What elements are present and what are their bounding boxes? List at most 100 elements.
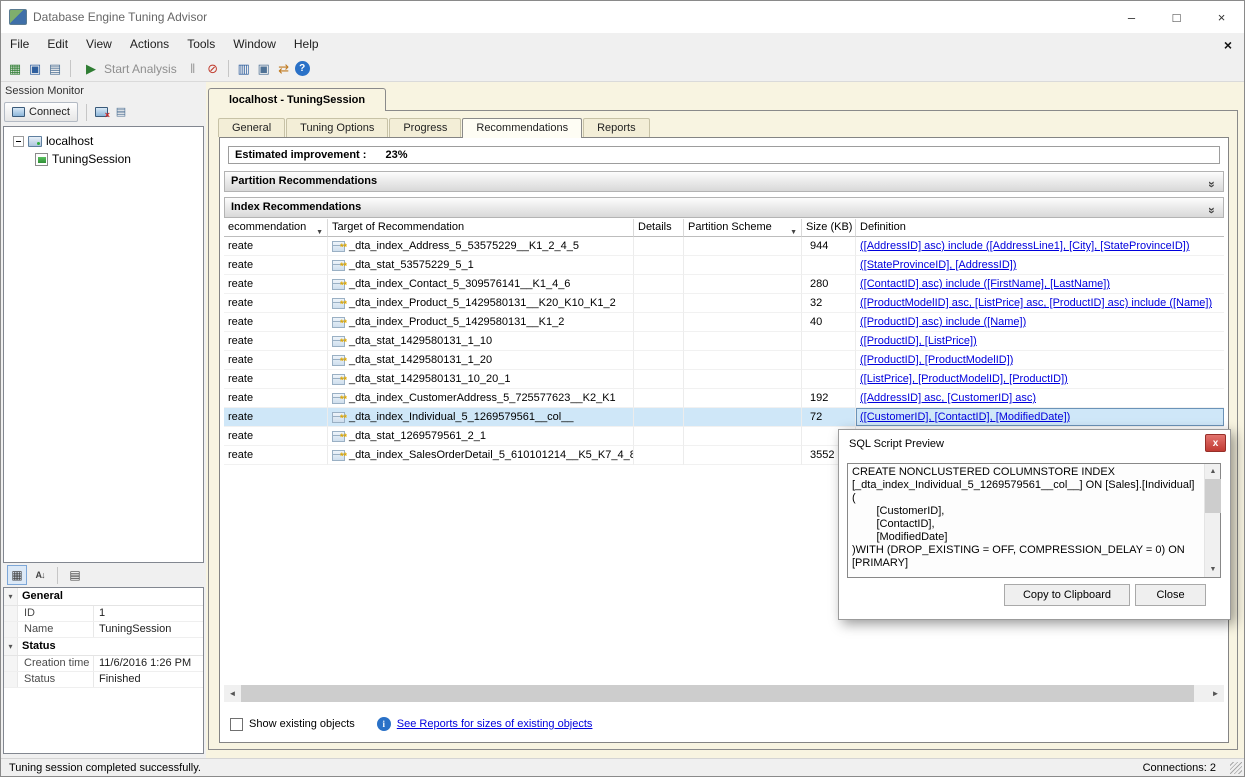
disconnect-icon[interactable] (95, 107, 108, 117)
pause-analysis-icon[interactable]: ‖ (184, 60, 202, 78)
menu-file[interactable]: File (1, 33, 38, 56)
new-session-icon[interactable]: ▦ (6, 60, 24, 78)
see-reports-link[interactable]: See Reports for sizes of existing object… (397, 718, 593, 730)
tab-reports[interactable]: Reports (583, 118, 650, 137)
dialog-close-button[interactable]: Close (1135, 584, 1206, 606)
definition-link[interactable]: ([ListPrice], [ProductModelID], [Product… (860, 370, 1068, 388)
collapse-icon[interactable] (13, 136, 24, 147)
target-cell: _dta_stat_1269579561_2_1 (328, 427, 634, 446)
recommendation-row[interactable]: reate_dta_stat_1429580131_1_10([ProductI… (224, 332, 1224, 351)
menu-tools[interactable]: Tools (178, 33, 224, 56)
property-row-creation-time[interactable]: Creation time 11/6/2016 1:26 PM (4, 656, 203, 672)
definition-cell: ([CustomerID], [ContactID], [ModifiedDat… (856, 408, 1224, 427)
connect-button[interactable]: Connect (4, 102, 78, 122)
property-category-status[interactable]: ▾ Status (4, 638, 203, 656)
horizontal-scrollbar[interactable]: ◄ ► (224, 685, 1224, 702)
recommendation-row[interactable]: reate_dta_index_Address_5_53575229__K1_2… (224, 237, 1224, 256)
details-cell (634, 370, 684, 389)
open-session-icon[interactable]: ▣ (26, 60, 44, 78)
column-header-definition[interactable]: Definition (856, 219, 1224, 237)
window-layout-icon[interactable]: ▤ (46, 60, 64, 78)
recommendation-row[interactable]: reate_dta_index_Product_5_1429580131__K1… (224, 313, 1224, 332)
definition-link[interactable]: ([AddressID] asc) include ([AddressLine1… (860, 237, 1190, 255)
dialog-close-icon[interactable]: x (1205, 434, 1226, 452)
definition-link[interactable]: ([ProductModelID] asc, [ListPrice] asc, … (860, 294, 1212, 312)
tree-item-tuningsession[interactable]: TuningSession (4, 150, 203, 168)
stop-analysis-icon[interactable]: ⊘ (204, 60, 222, 78)
recommendation-row[interactable]: reate_dta_index_Individual_5_1269579561_… (224, 408, 1224, 427)
tab-tuning-options[interactable]: Tuning Options (286, 118, 388, 137)
scrollbar-thumb[interactable] (1205, 479, 1221, 513)
document-close-icon[interactable]: × (1224, 37, 1232, 53)
partition-recommendations-header[interactable]: Partition Recommendations » (224, 171, 1224, 192)
statistics-icon (332, 336, 345, 347)
menu-view[interactable]: View (77, 33, 121, 56)
definition-link[interactable]: ([StateProvinceID], [AddressID]) (860, 256, 1017, 274)
scroll-left-icon[interactable]: ◄ (224, 685, 241, 702)
details-cell (634, 389, 684, 408)
categorized-view-icon[interactable]: ▦ (7, 565, 27, 585)
expand-chevron-icon[interactable]: » (1202, 207, 1221, 214)
menu-help[interactable]: Help (285, 33, 328, 56)
definition-link[interactable]: ([ContactID] asc) include ([FirstName], … (860, 275, 1110, 293)
column-header-target[interactable]: Target of Recommendation (328, 219, 634, 237)
import-export-icon[interactable]: ⇄ (275, 60, 293, 78)
expand-chevron-icon[interactable]: » (1202, 181, 1221, 188)
column-header-size[interactable]: Size (KB) (802, 219, 856, 237)
index-recommendations-header[interactable]: Index Recommendations » (224, 197, 1224, 218)
menu-actions[interactable]: Actions (121, 33, 178, 56)
session-document-tab[interactable]: localhost - TuningSession (208, 88, 386, 111)
definition-link[interactable]: ([AddressID] asc, [CustomerID] asc) (860, 389, 1036, 407)
recommendation-row[interactable]: reate_dta_stat_1429580131_1_20([ProductI… (224, 351, 1224, 370)
category-chevron-icon[interactable]: ▾ (4, 638, 18, 655)
start-analysis-icon: ▶ (82, 60, 100, 78)
copy-icon[interactable]: ▣ (255, 60, 273, 78)
recommendation-row[interactable]: reate_dta_index_Product_5_1429580131__K2… (224, 294, 1224, 313)
maximize-button[interactable]: □ (1154, 1, 1199, 33)
property-row-status[interactable]: Status Finished (4, 672, 203, 688)
tab-general[interactable]: General (218, 118, 285, 137)
recommendation-row[interactable]: reate_dta_stat_1429580131_10_20_1([ListP… (224, 370, 1224, 389)
index-icon (332, 279, 345, 290)
copy-to-clipboard-button[interactable]: Copy to Clipboard (1004, 584, 1130, 606)
menu-window[interactable]: Window (224, 33, 285, 56)
scroll-right-icon[interactable]: ► (1207, 685, 1224, 702)
property-category-general[interactable]: ▾ General (4, 588, 203, 606)
definition-link[interactable]: ([ProductID] asc) include ([Name]) (860, 313, 1026, 331)
menu-edit[interactable]: Edit (38, 33, 77, 56)
resize-grip[interactable] (1230, 762, 1242, 774)
help-icon[interactable]: ? (295, 61, 310, 76)
start-analysis-button[interactable]: ▶ Start Analysis (77, 60, 182, 78)
category-chevron-icon[interactable]: ▾ (4, 588, 18, 605)
property-row-name[interactable]: Name TuningSession (4, 622, 203, 638)
tree-item-localhost[interactable]: localhost (4, 132, 203, 150)
session-list-icon[interactable]: ▤ (112, 103, 130, 121)
recommendation-row[interactable]: reate_dta_index_CustomerAddress_5_725577… (224, 389, 1224, 408)
tuning-session-icon (35, 153, 48, 166)
scroll-down-icon[interactable]: ▼ (1205, 562, 1221, 577)
save-icon[interactable]: ▥ (235, 60, 253, 78)
definition-link[interactable]: ([ProductID], [ListPrice]) (860, 332, 977, 350)
close-button[interactable]: × (1199, 1, 1244, 33)
property-row-id[interactable]: ID 1 (4, 606, 203, 622)
show-existing-objects-checkbox[interactable] (230, 718, 243, 731)
filter-dropdown-icon[interactable]: ▼ (790, 224, 797, 237)
tab-progress[interactable]: Progress (389, 118, 461, 137)
vertical-scrollbar[interactable]: ▲ ▼ (1204, 464, 1220, 577)
minimize-button[interactable]: – (1109, 1, 1154, 33)
definition-link[interactable]: ([CustomerID], [ContactID], [ModifiedDat… (860, 408, 1070, 426)
target-cell: _dta_index_Product_5_1429580131__K20_K10… (328, 294, 634, 313)
scroll-up-icon[interactable]: ▲ (1205, 464, 1221, 479)
tab-recommendations[interactable]: Recommendations (462, 118, 582, 138)
recommendation-row[interactable]: reate_dta_index_Contact_5_309576141__K1_… (224, 275, 1224, 294)
property-label: ID (18, 606, 94, 621)
column-header-partition-scheme[interactable]: Partition Scheme ▼ (684, 219, 802, 237)
column-header-recommendation[interactable]: ecommendation ▼ (224, 219, 328, 237)
target-name: _dta_index_Individual_5_1269579561__col_… (349, 408, 573, 426)
recommendation-row[interactable]: reate_dta_stat_53575229_5_1([StateProvin… (224, 256, 1224, 275)
definition-link[interactable]: ([ProductID], [ProductModelID]) (860, 351, 1013, 369)
column-header-details[interactable]: Details (634, 219, 684, 237)
filter-dropdown-icon[interactable]: ▼ (316, 224, 323, 237)
alphabetical-sort-icon[interactable]: A↓ (30, 565, 50, 585)
scrollbar-thumb[interactable] (241, 685, 1194, 702)
